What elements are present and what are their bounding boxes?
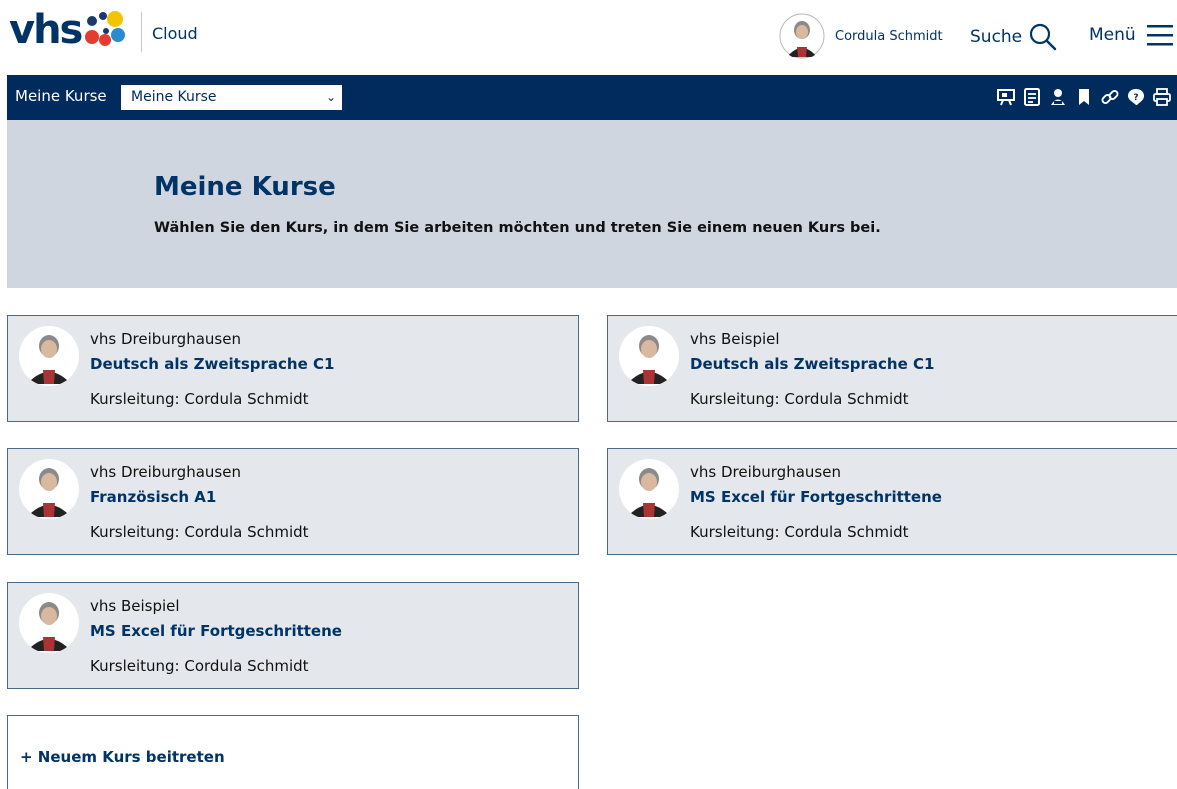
- course-card[interactable]: vhs Beispiel MS Excel für Fortgeschritte…: [7, 582, 579, 689]
- user-icon[interactable]: [1045, 86, 1071, 108]
- help-icon[interactable]: ?: [1123, 86, 1149, 108]
- menu-label: Menü: [1089, 25, 1136, 45]
- logo-separator: [141, 12, 142, 52]
- logo-text: vhs: [9, 7, 83, 53]
- user-profile[interactable]: Cordula Schmidt: [779, 13, 943, 59]
- course-title-link[interactable]: Französisch A1: [90, 488, 216, 506]
- navbar-label: Meine Kurse: [15, 87, 107, 105]
- vhs-logo[interactable]: vhs: [9, 8, 127, 52]
- logo-dots-icon: [83, 8, 127, 52]
- page-title: Meine Kurse: [154, 172, 336, 202]
- course-lead: Kursleitung: Cordula Schmidt: [690, 390, 909, 408]
- search-label: Suche: [970, 27, 1023, 47]
- course-select-value: Meine Kurse: [131, 89, 217, 105]
- chevron-down-icon: ⌄: [325, 90, 336, 104]
- notes-icon[interactable]: [1019, 86, 1045, 108]
- course-org: vhs Dreiburghausen: [90, 463, 241, 481]
- course-title-link[interactable]: Deutsch als Zweitsprache C1: [690, 355, 934, 373]
- bookmark-icon[interactable]: [1071, 86, 1097, 108]
- user-name: Cordula Schmidt: [835, 28, 943, 44]
- user-avatar: [779, 13, 825, 59]
- product-name: Cloud: [152, 24, 198, 43]
- menu-button[interactable]: Menü: [1089, 22, 1174, 48]
- link-icon[interactable]: [1097, 86, 1123, 108]
- course-title-link[interactable]: MS Excel für Fortgeschrittene: [90, 622, 342, 640]
- page-hero: Meine Kurse Wählen Sie den Kurs, in dem …: [7, 120, 1177, 288]
- course-org: vhs Dreiburghausen: [90, 330, 241, 348]
- course-lead: Kursleitung: Cordula Schmidt: [90, 657, 309, 675]
- course-card[interactable]: vhs Dreiburghausen MS Excel für Fortgesc…: [607, 448, 1177, 555]
- course-navbar: Meine Kurse Meine Kurse ⌄ ?: [7, 75, 1177, 120]
- course-org: vhs Dreiburghausen: [690, 463, 841, 481]
- course-org: vhs Beispiel: [90, 597, 180, 615]
- presentation-icon[interactable]: [993, 86, 1019, 108]
- search-button[interactable]: Suche: [970, 22, 1058, 52]
- course-lead: Kursleitung: Cordula Schmidt: [690, 523, 909, 541]
- instructor-avatar: [619, 326, 679, 386]
- join-course-button[interactable]: + Neuem Kurs beitreten: [20, 748, 225, 766]
- page-subtitle: Wählen Sie den Kurs, in dem Sie arbeiten…: [154, 220, 881, 236]
- instructor-avatar: [619, 459, 679, 519]
- svg-text:?: ?: [1133, 93, 1138, 103]
- course-card[interactable]: vhs Beispiel Deutsch als Zweitsprache C1…: [607, 315, 1177, 422]
- site-header: vhs Cloud Cordula Schmidt Suche Menü: [0, 0, 1177, 75]
- course-org: vhs Beispiel: [690, 330, 780, 348]
- course-select[interactable]: Meine Kurse ⌄: [121, 85, 342, 110]
- course-card[interactable]: vhs Dreiburghausen Deutsch als Zweitspra…: [7, 315, 579, 422]
- instructor-avatar: [19, 326, 79, 386]
- course-lead: Kursleitung: Cordula Schmidt: [90, 523, 309, 541]
- hamburger-icon: [1146, 25, 1173, 46]
- course-card[interactable]: vhs Dreiburghausen Französisch A1 Kursle…: [7, 448, 579, 555]
- instructor-avatar: [19, 593, 79, 653]
- search-icon: [1030, 23, 1057, 51]
- course-lead: Kursleitung: Cordula Schmidt: [90, 390, 309, 408]
- toolbar-icons: ?: [993, 86, 1175, 108]
- course-title-link[interactable]: MS Excel für Fortgeschrittene: [690, 488, 942, 506]
- instructor-avatar: [19, 459, 79, 519]
- join-course-card[interactable]: + Neuem Kurs beitreten: [7, 715, 579, 789]
- course-title-link[interactable]: Deutsch als Zweitsprache C1: [90, 355, 334, 373]
- print-icon[interactable]: [1149, 86, 1175, 108]
